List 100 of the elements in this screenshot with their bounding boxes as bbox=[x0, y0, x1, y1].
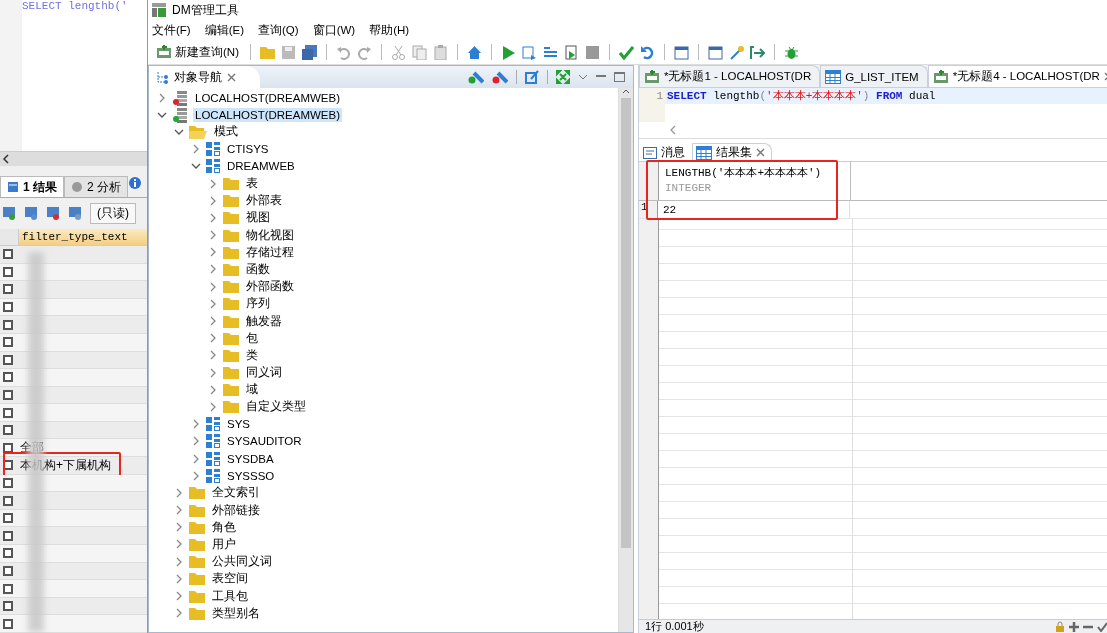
checkbox[interactable] bbox=[3, 319, 13, 330]
tree-item[interactable]: 用户 bbox=[210, 535, 238, 553]
scrollbar[interactable] bbox=[618, 88, 633, 632]
tree-item[interactable]: SYS bbox=[225, 417, 252, 432]
expand-chevron-icon[interactable] bbox=[208, 281, 218, 292]
menu-item[interactable]: 帮助(H) bbox=[369, 22, 410, 38]
checkbox[interactable] bbox=[3, 302, 13, 313]
editor-tab[interactable]: *无标题4 - LOCALHOST(DR bbox=[927, 65, 1107, 87]
check-icon[interactable] bbox=[618, 44, 634, 60]
expand-chevron-icon[interactable] bbox=[208, 298, 218, 309]
expand-chevron-icon[interactable] bbox=[208, 333, 218, 344]
tree-item[interactable]: 表空间 bbox=[210, 570, 250, 588]
tree-item[interactable]: 物化视图 bbox=[244, 226, 296, 244]
bug-icon[interactable] bbox=[783, 44, 799, 60]
new-query-button[interactable]: 新建查询(N) bbox=[154, 43, 241, 61]
tree-item[interactable]: 外部链接 bbox=[210, 501, 262, 519]
checkbox[interactable] bbox=[3, 601, 13, 612]
grid-tool-icon[interactable] bbox=[24, 206, 38, 221]
expand-chevron-icon[interactable] bbox=[191, 453, 201, 464]
checkbox[interactable] bbox=[3, 372, 13, 383]
tree-item[interactable]: SYSAUDITOR bbox=[225, 434, 304, 449]
expand-chevron-icon[interactable] bbox=[208, 401, 218, 412]
checkbox[interactable] bbox=[3, 390, 13, 400]
rollback-icon[interactable] bbox=[639, 44, 655, 60]
checkbox[interactable] bbox=[3, 284, 13, 295]
tree-item[interactable]: 序列 bbox=[244, 295, 272, 313]
tree-item[interactable]: 存储过程 bbox=[244, 243, 296, 261]
run-file-icon[interactable] bbox=[563, 44, 579, 60]
wand-icon[interactable] bbox=[728, 44, 744, 60]
cut-icon[interactable] bbox=[390, 44, 406, 60]
tree-item[interactable]: 工具包 bbox=[210, 587, 250, 605]
editor-tab[interactable]: G_LIST_ITEM bbox=[820, 65, 928, 87]
expand-chevron-icon[interactable] bbox=[191, 470, 201, 481]
column-header[interactable]: LENGTHB('本本本+本本本本') INTEGER bbox=[659, 162, 851, 200]
tree-item[interactable]: SYSSSO bbox=[225, 468, 277, 483]
copy-icon[interactable] bbox=[411, 44, 427, 60]
expand-chevron-icon[interactable] bbox=[208, 264, 218, 275]
result-tab[interactable]: 2 分析 bbox=[64, 176, 129, 198]
redo-icon[interactable] bbox=[356, 44, 372, 60]
explain-icon[interactable] bbox=[542, 44, 558, 60]
expand-chevron-icon[interactable] bbox=[174, 522, 184, 533]
connect-icon[interactable] bbox=[468, 70, 484, 84]
tree-item[interactable]: LOCALHOST(DREAMWEB) bbox=[193, 107, 343, 122]
checkbox[interactable] bbox=[3, 513, 13, 524]
tree-item[interactable]: 域 bbox=[244, 381, 260, 399]
run-script-icon[interactable] bbox=[521, 44, 537, 60]
tree-item[interactable]: 类型别名 bbox=[210, 604, 262, 622]
expand-chevron-icon[interactable] bbox=[174, 556, 184, 567]
run-icon[interactable] bbox=[500, 44, 516, 60]
checkbox[interactable] bbox=[3, 425, 13, 436]
expand-chevron-icon[interactable] bbox=[191, 436, 201, 447]
checkbox[interactable] bbox=[3, 337, 13, 348]
tree-item[interactable]: 视图 bbox=[244, 209, 272, 227]
tree-item[interactable]: 函数 bbox=[244, 260, 272, 278]
tree-item[interactable]: SYSDBA bbox=[225, 451, 276, 466]
checkbox[interactable] bbox=[3, 618, 13, 629]
tree-item[interactable]: 表 bbox=[244, 175, 260, 193]
lock-icon[interactable] bbox=[1055, 621, 1065, 632]
paste-icon[interactable] bbox=[432, 44, 448, 60]
result-tab[interactable]: 1 结果 bbox=[0, 176, 64, 198]
checkbox[interactable] bbox=[3, 354, 13, 365]
navigator-tab[interactable]: 对象导航 bbox=[149, 66, 260, 88]
checkbox[interactable] bbox=[3, 460, 13, 471]
checkbox[interactable] bbox=[3, 565, 13, 576]
grid-tool-icon[interactable] bbox=[46, 206, 60, 221]
tree-item[interactable]: 类 bbox=[244, 346, 260, 364]
tree-item[interactable]: 公共同义词 bbox=[210, 553, 274, 571]
grid-tool-icon[interactable] bbox=[68, 206, 82, 221]
expand-all-icon[interactable] bbox=[556, 70, 570, 84]
save-icon[interactable] bbox=[280, 44, 296, 60]
check-icon[interactable] bbox=[1097, 621, 1107, 632]
calendar-icon[interactable] bbox=[673, 44, 689, 60]
calendar-icon[interactable] bbox=[707, 44, 723, 60]
checkbox[interactable] bbox=[3, 530, 13, 541]
expand-chevron-icon[interactable] bbox=[208, 316, 218, 327]
tree-item[interactable]: DREAMWEB bbox=[225, 159, 297, 174]
expand-chevron-icon[interactable] bbox=[208, 178, 218, 189]
minimize-icon[interactable] bbox=[596, 75, 606, 79]
checkbox[interactable] bbox=[3, 548, 13, 559]
checkbox[interactable] bbox=[3, 583, 13, 594]
expand-chevron-icon[interactable] bbox=[191, 419, 201, 430]
info-icon[interactable] bbox=[128, 176, 143, 190]
close-icon[interactable] bbox=[227, 72, 236, 82]
stop-icon[interactable] bbox=[584, 44, 600, 60]
add-icon[interactable] bbox=[1069, 621, 1079, 632]
view-menu-icon[interactable] bbox=[578, 74, 588, 80]
expand-chevron-icon[interactable] bbox=[208, 212, 218, 223]
expand-chevron-icon[interactable] bbox=[208, 247, 218, 258]
tree-item[interactable]: 外部函数 bbox=[244, 278, 296, 296]
checkbox[interactable] bbox=[3, 477, 13, 488]
tree-item[interactable]: 角色 bbox=[210, 518, 238, 536]
expand-chevron-icon[interactable] bbox=[174, 505, 184, 516]
tree-item[interactable]: 自定义类型 bbox=[244, 398, 308, 416]
checkbox[interactable] bbox=[3, 442, 13, 453]
grid-tool-icon[interactable] bbox=[2, 206, 16, 221]
expand-chevron-icon[interactable] bbox=[174, 487, 184, 498]
menu-item[interactable]: 窗口(W) bbox=[312, 22, 356, 38]
editor-tab[interactable]: *无标题1 - LOCALHOST(DR bbox=[639, 65, 821, 87]
tree-item[interactable]: 包 bbox=[244, 329, 260, 347]
expand-chevron-icon[interactable] bbox=[174, 591, 184, 602]
